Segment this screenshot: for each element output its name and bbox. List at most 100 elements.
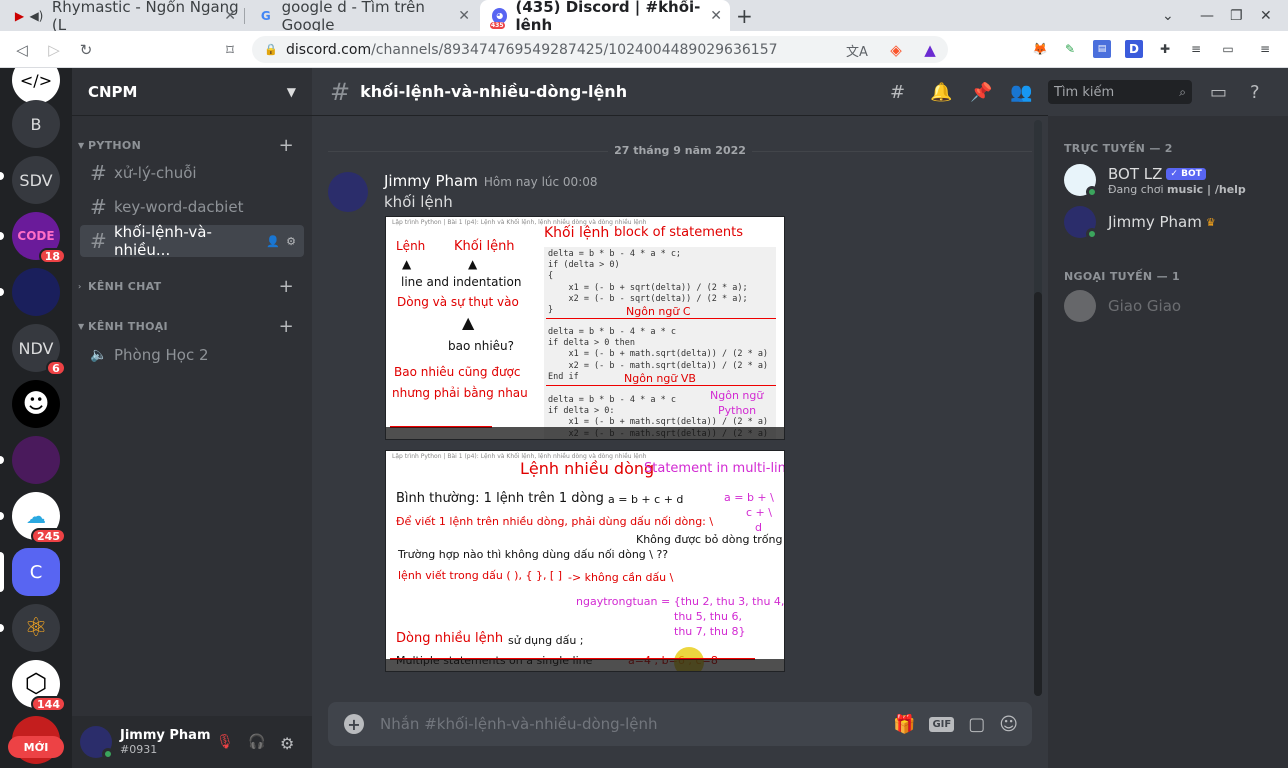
channel-title: khối-lệnh-và-nhiều-dòng-lệnh: [360, 82, 628, 101]
translate-icon[interactable]: 文A: [846, 39, 868, 61]
add-channel-icon[interactable]: +: [279, 316, 294, 337]
brave-rewards-icon[interactable]: ▲: [919, 39, 941, 61]
server-icon[interactable]: CODE 18: [12, 212, 66, 264]
bookmark-icon[interactable]: ⌑: [219, 39, 241, 61]
mention-badge: 245: [31, 528, 66, 544]
server-icon[interactable]: [12, 436, 60, 484]
slide-text: nhưng phải bằng nhau: [392, 386, 528, 400]
metamask-icon[interactable]: 🦊: [1031, 40, 1049, 58]
avatar[interactable]: [328, 172, 368, 212]
member-item[interactable]: Jimmy Pham ♛: [1064, 206, 1216, 240]
search-input[interactable]: Tìm kiếm ⌕: [1048, 80, 1192, 104]
channel-item[interactable]: # key-word-dacbiet: [80, 191, 304, 223]
member-item[interactable]: BOT LZ ✓ BOT Đang chơi music | /help: [1064, 164, 1246, 198]
server-icon[interactable]: </>: [12, 68, 60, 104]
new-tab-button[interactable]: +: [736, 0, 753, 31]
invite-icon[interactable]: 👤: [266, 235, 280, 248]
emoji-icon[interactable]: ☺: [999, 714, 1018, 735]
video-controls[interactable]: [386, 659, 784, 671]
new-unreads-badge[interactable]: MỚI: [8, 736, 64, 758]
close-tab-icon[interactable]: ✕: [224, 8, 236, 24]
server-header[interactable]: CNPM ▼: [72, 68, 312, 116]
member-list-icon[interactable]: 👥: [1010, 82, 1032, 103]
tab-search-icon[interactable]: ⌄: [1162, 0, 1174, 31]
slide-text: Để viết 1 lệnh trên nhiều dòng, phải dùn…: [396, 515, 714, 528]
bot-tag: ✓ BOT: [1166, 167, 1206, 180]
extension-d-icon[interactable]: D: [1125, 40, 1143, 58]
browser-tab-discord[interactable]: ◕ 435 (435) Discord | #khối-lệnh ✕: [480, 0, 730, 34]
speaker-icon: ▶: [14, 8, 25, 23]
forward-icon[interactable]: ▷: [43, 39, 65, 61]
media-queue-icon[interactable]: ≡: [1187, 40, 1205, 58]
channel-item[interactable]: # xử-lý-chuỗi: [80, 157, 304, 189]
wallet-icon[interactable]: ▭: [1219, 40, 1237, 58]
reload-icon[interactable]: ↻: [75, 39, 97, 61]
gift-icon[interactable]: 🎁: [893, 714, 915, 735]
server-icon[interactable]: ⚛: [12, 604, 60, 652]
server-icon[interactable]: SDV: [12, 156, 60, 204]
gear-icon[interactable]: ⚙: [286, 235, 296, 248]
category-python[interactable]: ▼ PYTHON +: [72, 135, 312, 156]
add-attachment-icon[interactable]: +: [344, 714, 364, 734]
slide-text: lệnh viết trong dấu ( ), { }, [ ]: [398, 569, 563, 582]
server-icon[interactable]: ⬡ 144: [12, 660, 66, 712]
close-tab-icon[interactable]: ✕: [710, 8, 722, 24]
scrollbar-thumb[interactable]: [1034, 292, 1042, 696]
offline-header: NGOẠI TUYẾN — 1: [1064, 270, 1180, 283]
server-icon[interactable]: [12, 268, 60, 316]
inbox-icon[interactable]: ▭: [1210, 82, 1227, 103]
tab-title: (435) Discord | #khối-lệnh: [515, 0, 701, 34]
bell-icon[interactable]: 🔔: [930, 82, 952, 103]
message-author[interactable]: Jimmy Pham: [384, 172, 478, 190]
slide-text: Python: [718, 404, 757, 417]
server-icon[interactable]: B: [12, 100, 60, 148]
url-host: discord.com: [286, 41, 372, 58]
mute-mic-icon[interactable]: 🎙: [216, 734, 234, 750]
server-icon[interactable]: ☁ 245: [12, 492, 66, 544]
member-name: BOT LZ: [1108, 164, 1163, 183]
pin-icon[interactable]: 📌: [970, 82, 992, 103]
threads-icon[interactable]: #: [890, 82, 905, 103]
back-icon[interactable]: ◁: [11, 39, 33, 61]
brave-shield-icon[interactable]: ◈: [885, 39, 907, 61]
category-chat[interactable]: › KÊNH CHAT +: [72, 276, 312, 297]
maximize-icon[interactable]: ❐: [1230, 0, 1243, 31]
video-controls[interactable]: [386, 427, 784, 439]
help-icon[interactable]: ?: [1250, 82, 1260, 103]
chevron-down-icon: ▼: [286, 84, 296, 99]
chat-area: # khối-lệnh-và-nhiều-dòng-lệnh # 🔔 📌 👥 T…: [312, 68, 1260, 768]
channel-label: xử-lý-chuỗi: [114, 164, 197, 182]
browser-tab-google[interactable]: G google d - Tìm trên Google ✕: [246, 0, 478, 34]
gif-icon[interactable]: GIF: [929, 716, 955, 732]
browser-tab-music[interactable]: ▶ ◀) Rhymastic - Ngổn Ngang (L ✕: [0, 0, 244, 34]
extension-icon[interactable]: ▤: [1093, 40, 1111, 58]
extensions-puzzle-icon[interactable]: ✚: [1156, 40, 1174, 58]
member-item[interactable]: Giao Giao: [1064, 290, 1181, 322]
add-channel-icon[interactable]: +: [279, 135, 294, 156]
chevron-down-icon: ▼: [78, 140, 85, 150]
sticker-icon[interactable]: ▢: [968, 714, 985, 735]
user-info[interactable]: Jimmy Pham #0931: [120, 728, 211, 756]
server-icon-selected[interactable]: C: [12, 548, 60, 596]
slide-text: ngaytrongtuan = {thu 2, thu 3, thu 4,: [576, 595, 785, 608]
url-bar[interactable]: 🔒 discord.com/channels/89347476954928742…: [252, 36, 948, 63]
add-channel-icon[interactable]: +: [279, 276, 294, 297]
extension-icon[interactable]: ✎: [1061, 40, 1079, 58]
headphones-icon[interactable]: 🎧: [248, 734, 265, 750]
close-tab-icon[interactable]: ✕: [458, 8, 470, 24]
category-voice[interactable]: ▼ KÊNH THOẠI +: [72, 316, 312, 337]
message-input[interactable]: + Nhắn #khối-lệnh-và-nhiều-dòng-lệnh 🎁 G…: [328, 702, 1032, 746]
minimize-icon[interactable]: —: [1200, 0, 1214, 31]
gear-icon[interactable]: ⚙: [280, 734, 294, 753]
server-icon[interactable]: NDV 6: [12, 324, 66, 376]
close-window-icon[interactable]: ✕: [1260, 0, 1272, 31]
channel-item-active[interactable]: # khối-lệnh-và-nhiều... 👤 ⚙: [80, 223, 304, 259]
search-placeholder: Tìm kiếm: [1054, 84, 1115, 100]
image-attachment[interactable]: Lập trình Python | Bài 1 (p4): Lệnh và K…: [385, 450, 785, 672]
username: Jimmy Pham: [120, 728, 211, 743]
voice-channel-item[interactable]: 🔈 Phòng Học 2: [80, 339, 304, 371]
menu-icon[interactable]: ≡: [1256, 40, 1274, 58]
image-attachment[interactable]: Lập trình Python | Bài 1 (p4): Lệnh và K…: [385, 216, 785, 440]
avatar[interactable]: [80, 726, 114, 760]
server-icon[interactable]: ☻: [12, 380, 60, 428]
